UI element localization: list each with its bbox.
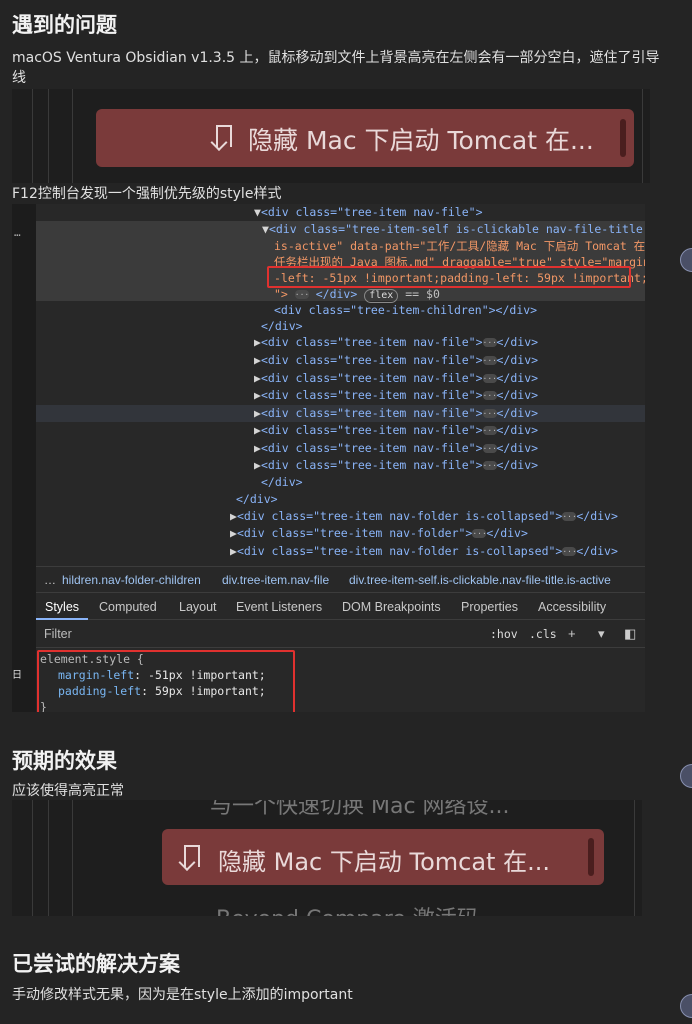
annotation-box-inline-style bbox=[267, 266, 631, 288]
breadcrumb-item-active[interactable]: div.tree-item-self.is-clickable.nav-file… bbox=[349, 573, 611, 587]
tab-layout[interactable]: Layout bbox=[179, 600, 217, 614]
devtools-gutter: … 日 bbox=[12, 204, 36, 712]
styles-toolbar: Filter :hov .cls + ▾ ◧ bbox=[36, 620, 645, 648]
code-line: </div> bbox=[261, 319, 303, 333]
code-line-nav-file[interactable]: ▶<div class="tree-item nav-file">···</di… bbox=[254, 352, 538, 369]
expected-description: 应该使得高亮正常 bbox=[12, 783, 124, 799]
side-char: 日 bbox=[12, 670, 22, 681]
code-line-folder[interactable]: ▶<div class="tree-item nav-folder">···</… bbox=[230, 525, 528, 542]
code-line: "> ··· </div> flex == $0 bbox=[274, 287, 440, 303]
code-line-nav-file[interactable]: ▶<div class="tree-item nav-file">···</di… bbox=[254, 422, 538, 439]
code-line: ▼<div class="tree-item-self is-clickable… bbox=[262, 222, 643, 236]
devtools-tabs: Styles Computed Layout Event Listeners D… bbox=[36, 592, 645, 620]
code-line: ▼<div class="tree-item nav-file"> bbox=[254, 205, 483, 219]
tab-computed[interactable]: Computed bbox=[99, 600, 157, 614]
code-line: </div> bbox=[236, 492, 278, 506]
screenshot-highlight-issue: 隐藏 Mac 下启动 Tomcat 在... bbox=[12, 89, 650, 183]
sidebar-toggle-icon[interactable]: ◧ bbox=[624, 626, 636, 642]
code-line-nav-file[interactable]: ▶<div class="tree-item nav-file">···</di… bbox=[254, 457, 538, 474]
paint-icon[interactable]: ▾ bbox=[598, 626, 605, 642]
heading-expected: 预期的效果 bbox=[12, 749, 117, 773]
tab-accessibility[interactable]: Accessibility bbox=[538, 600, 606, 614]
hov-toggle[interactable]: :hov bbox=[490, 627, 518, 641]
breadcrumb-more[interactable]: … bbox=[44, 573, 56, 587]
file-title: 隐藏 Mac 下启动 Tomcat 在... bbox=[218, 848, 550, 876]
filter-input[interactable]: Filter bbox=[44, 627, 72, 641]
breadcrumb-item[interactable]: div.tree-item.nav-file bbox=[222, 573, 329, 587]
add-rule-button[interactable]: + bbox=[568, 626, 576, 641]
breadcrumb-item[interactable]: hildren.nav-folder-children bbox=[62, 573, 201, 587]
problem-description: macOS Ventura Obsidian v1.3.5 上，鼠标移动到文件上… bbox=[12, 50, 660, 66]
cls-toggle[interactable]: .cls bbox=[529, 627, 557, 641]
tab-dom-breakpoints[interactable]: DOM Breakpoints bbox=[342, 600, 441, 614]
devtools-screenshot: … 日 ▼<div class="tree-item nav-file"> ▼<… bbox=[12, 204, 645, 712]
tab-properties[interactable]: Properties bbox=[461, 600, 518, 614]
elements-tree: ▼<div class="tree-item nav-file"> ▼<div … bbox=[36, 204, 645, 566]
code-line-folder[interactable]: ▶<div class="tree-item nav-folder is-col… bbox=[230, 508, 618, 525]
tab-event-listeners[interactable]: Event Listeners bbox=[236, 600, 322, 614]
more-icon: … bbox=[14, 226, 21, 239]
bookmark-icon bbox=[184, 845, 200, 867]
scrollbar-thumb bbox=[588, 838, 594, 876]
avatar[interactable] bbox=[680, 994, 692, 1018]
scrollbar-thumb bbox=[620, 119, 626, 157]
code-line-nav-file[interactable]: ▶<div class="tree-item nav-file">···</di… bbox=[254, 440, 538, 457]
code-line: is-active" data-path="工作/工具/隐藏 Mac 下启动 T… bbox=[274, 239, 645, 253]
heading-problem: 遇到的问题 bbox=[12, 13, 117, 37]
attempted-description: 手动修改样式无果，因为是在style上添加的important bbox=[12, 987, 353, 1003]
styles-pane: element.style { margin-left: -51px !impo… bbox=[36, 648, 645, 712]
screenshot-expected: 与一个快速切换 Mac 网络设... 隐藏 Mac 下启动 Tomcat 在..… bbox=[12, 800, 642, 916]
ghost-file-title-top: 与一个快速切换 Mac 网络设... bbox=[210, 800, 510, 819]
bookmark-icon bbox=[216, 125, 232, 147]
heading-attempted: 已尝试的解决方案 bbox=[12, 952, 180, 976]
avatar[interactable] bbox=[680, 764, 692, 788]
code-line-nav-file[interactable]: ▶<div class="tree-item nav-file">···</di… bbox=[254, 334, 538, 351]
file-title: 隐藏 Mac 下启动 Tomcat 在... bbox=[248, 126, 594, 155]
tab-styles[interactable]: Styles bbox=[45, 600, 79, 614]
code-line: <div class="tree-item-children"></div> bbox=[274, 303, 538, 317]
problem-description-wrap: 线 bbox=[12, 70, 26, 86]
code-line-nav-file[interactable]: ▶<div class="tree-item nav-file">···</di… bbox=[254, 370, 538, 387]
annotation-box-element-style bbox=[37, 650, 295, 712]
caption-f12: F12控制台发现一个强制优先级的style样式 bbox=[12, 186, 282, 202]
breadcrumb: … hildren.nav-folder-children div.tree-i… bbox=[36, 566, 645, 592]
ghost-file-title-bottom: Beyond Compare 激活码 bbox=[216, 901, 479, 916]
code-line-folder[interactable]: ▶<div class="tree-item nav-folder is-col… bbox=[230, 543, 618, 560]
code-line-nav-file[interactable]: ▶<div class="tree-item nav-file">···</di… bbox=[254, 387, 538, 404]
avatar[interactable] bbox=[680, 248, 692, 272]
code-line-nav-file[interactable]: ▶<div class="tree-item nav-file">···</di… bbox=[254, 405, 538, 422]
code-line: </div> bbox=[261, 475, 303, 489]
